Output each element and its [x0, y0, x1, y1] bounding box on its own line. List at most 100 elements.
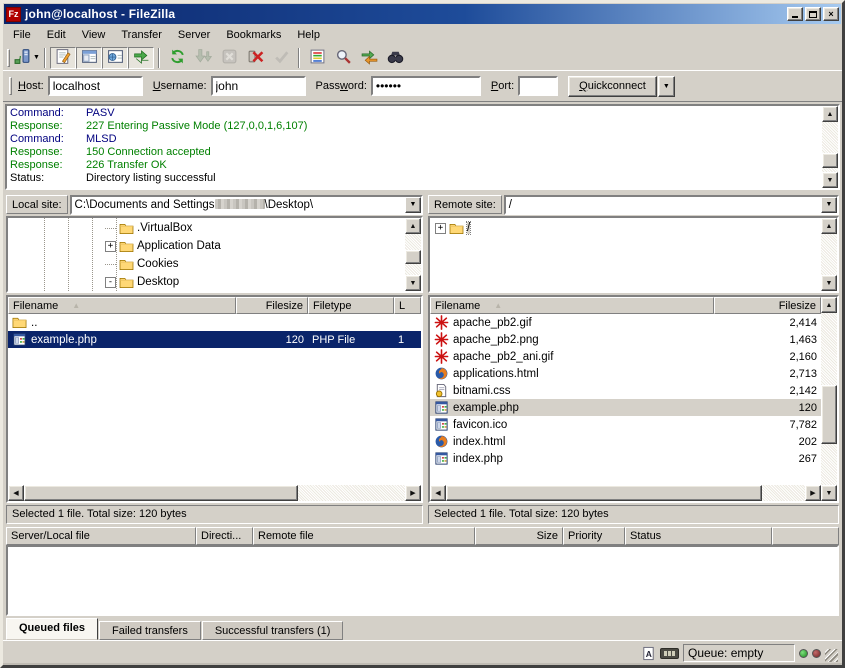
scroll-down-icon[interactable]: ▼ [821, 485, 837, 501]
site-manager-button[interactable]: ▼ [14, 47, 40, 69]
cancel-icon [221, 48, 238, 68]
file-row-favicon-ico[interactable]: favicon.ico7,782 [430, 416, 821, 433]
directory-comparison-button[interactable] [382, 47, 408, 69]
queue-column-status[interactable]: Status [625, 527, 772, 545]
log-line-type: Command: [10, 107, 86, 120]
queue-column-remote-file[interactable]: Remote file [253, 527, 475, 545]
scroll-up-icon[interactable]: ▲ [821, 297, 837, 313]
scroll-left-icon[interactable]: ◀ [8, 485, 24, 501]
menu-item-server[interactable]: Server [170, 26, 218, 44]
column-header-filename[interactable]: Filename▲ [8, 297, 236, 314]
tree-item-application-data[interactable]: +Application Data [8, 237, 405, 255]
column-header-filesize[interactable]: Filesize [714, 297, 821, 314]
scroll-left-icon[interactable]: ◀ [430, 485, 446, 501]
column-header-filesize[interactable]: Filesize [236, 297, 308, 314]
local-site-combo[interactable]: C:\Documents and Settings\Desktop\ ▼ [70, 195, 423, 215]
tree-expand-plus-icon[interactable]: + [105, 241, 116, 252]
port-input[interactable] [518, 76, 558, 96]
tab-successful-transfers-1-[interactable]: Successful transfers (1) [202, 621, 344, 640]
close-button[interactable]: × [823, 7, 839, 21]
tab-failed-transfers[interactable]: Failed transfers [99, 621, 201, 640]
log-line-type: Response: [10, 120, 86, 133]
svg-text:A: A [646, 648, 652, 658]
file-cell-size: 1,463 [714, 331, 821, 348]
remote-hscrollbar[interactable]: ◀ ▶ [430, 485, 821, 501]
file-cell-name: example.php [430, 399, 714, 416]
column-header-l[interactable]: L [394, 297, 421, 314]
file-row-apache-pb2-png[interactable]: apache_pb2.png1,463 [430, 331, 821, 348]
queue-column-directi-[interactable]: Directi... [196, 527, 253, 545]
local-hscrollbar[interactable]: ◀ ▶ [8, 485, 421, 501]
title-bar[interactable]: Fz john@localhost - FileZilla × [4, 4, 841, 24]
tree-item-cookies[interactable]: Cookies [8, 255, 405, 273]
toolbar-gripper[interactable] [7, 49, 10, 67]
toggle-local-tree-button[interactable] [76, 47, 102, 69]
queue-column-priority[interactable]: Priority [563, 527, 625, 545]
scroll-up-icon[interactable]: ▲ [821, 218, 837, 234]
tree-collapse-minus-icon[interactable]: - [105, 277, 116, 288]
column-header-filetype[interactable]: Filetype [308, 297, 394, 314]
file-row-applications-html[interactable]: applications.html2,713 [430, 365, 821, 382]
toggle-message-log-button[interactable] [50, 47, 76, 69]
file-row-example-php[interactable]: example.php120PHP File1 [8, 331, 421, 348]
message-log-scrollbar[interactable]: ▲ ▼ [822, 106, 838, 188]
directory-listing-filters-button[interactable] [304, 47, 330, 69]
file-name-label: example.php [453, 402, 519, 414]
file-row-example-php[interactable]: example.php 120 [430, 399, 821, 416]
toggle-transfer-queue-button[interactable] [128, 47, 154, 69]
remote-site-dropdown-icon[interactable]: ▼ [821, 197, 837, 213]
username-input[interactable] [211, 76, 306, 96]
tree-expand-plus-icon[interactable]: + [435, 223, 446, 234]
menu-item-edit[interactable]: Edit [39, 26, 74, 44]
file-row-bitnami-css[interactable]: bitnami.css2,142 [430, 382, 821, 399]
menu-item-help[interactable]: Help [289, 26, 328, 44]
quickconnect-gripper[interactable] [9, 77, 12, 95]
synchronized-browsing-button[interactable] [356, 47, 382, 69]
remote-list-scrollbar[interactable]: ▲ ▼ [821, 297, 837, 501]
local-tree-scrollbar[interactable]: ▲ ▼ [405, 218, 421, 291]
quickconnect-button[interactable]: Quickconnect [568, 76, 657, 97]
minimize-button[interactable] [787, 7, 803, 21]
tree-item--[interactable]: +/ [430, 219, 821, 237]
file-cell-name: index.html [430, 433, 714, 450]
scroll-down-icon[interactable]: ▼ [821, 275, 837, 291]
column-header-filename[interactable]: Filename▲ [430, 297, 714, 314]
log-line: Response:227 Entering Passive Mode (127,… [10, 120, 822, 133]
host-input[interactable] [48, 76, 143, 96]
file-row-apache-pb2-gif[interactable]: apache_pb2.gif2,414 [430, 314, 821, 331]
tree-item--virtualbox[interactable]: .VirtualBox [8, 219, 405, 237]
file-row-apache-pb2-ani-gif[interactable]: apache_pb2_ani.gif2,160 [430, 348, 821, 365]
menu-item-file[interactable]: File [5, 26, 39, 44]
menu-item-transfer[interactable]: Transfer [113, 26, 170, 44]
queue-column-size[interactable]: Size [475, 527, 563, 545]
resize-grip[interactable] [825, 649, 838, 662]
remote-site-combo[interactable]: / ▼ [504, 195, 839, 215]
queue-column-server-local-file[interactable]: Server/Local file [6, 527, 196, 545]
disconnect-button[interactable] [242, 47, 268, 69]
toolbar-dropdown-arrow-icon[interactable]: ▼ [33, 54, 40, 61]
toggle-remote-tree-button[interactable] [102, 47, 128, 69]
tab-queued-files[interactable]: Queued files [6, 618, 98, 640]
remote-tree-icon [107, 48, 124, 68]
local-site-dropdown-icon[interactable]: ▼ [405, 197, 421, 213]
scroll-down-icon[interactable]: ▼ [822, 172, 838, 188]
menu-item-view[interactable]: View [74, 26, 114, 44]
remote-tree-scrollbar[interactable]: ▲ ▼ [821, 218, 837, 291]
tree-item-desktop[interactable]: -Desktop [8, 273, 405, 291]
scroll-up-icon[interactable]: ▲ [822, 106, 838, 122]
scroll-right-icon[interactable]: ▶ [405, 485, 421, 501]
scroll-up-icon[interactable]: ▲ [405, 218, 421, 234]
refresh-button[interactable] [164, 47, 190, 69]
maximize-button[interactable] [805, 7, 821, 21]
file-search-button[interactable] [330, 47, 356, 69]
quickconnect-dropdown-button[interactable]: ▼ [658, 76, 675, 97]
menu-item-bookmarks[interactable]: Bookmarks [218, 26, 289, 44]
password-input[interactable] [371, 76, 481, 96]
file-cell-size: 120 [714, 399, 821, 416]
scroll-right-icon[interactable]: ▶ [805, 485, 821, 501]
file-row--[interactable]: .. [8, 314, 421, 331]
file-row-index-php[interactable]: index.php267 [430, 450, 821, 467]
scroll-down-icon[interactable]: ▼ [405, 275, 421, 291]
log-line: Response:226 Transfer OK [10, 159, 822, 172]
file-row-index-html[interactable]: index.html202 [430, 433, 821, 450]
